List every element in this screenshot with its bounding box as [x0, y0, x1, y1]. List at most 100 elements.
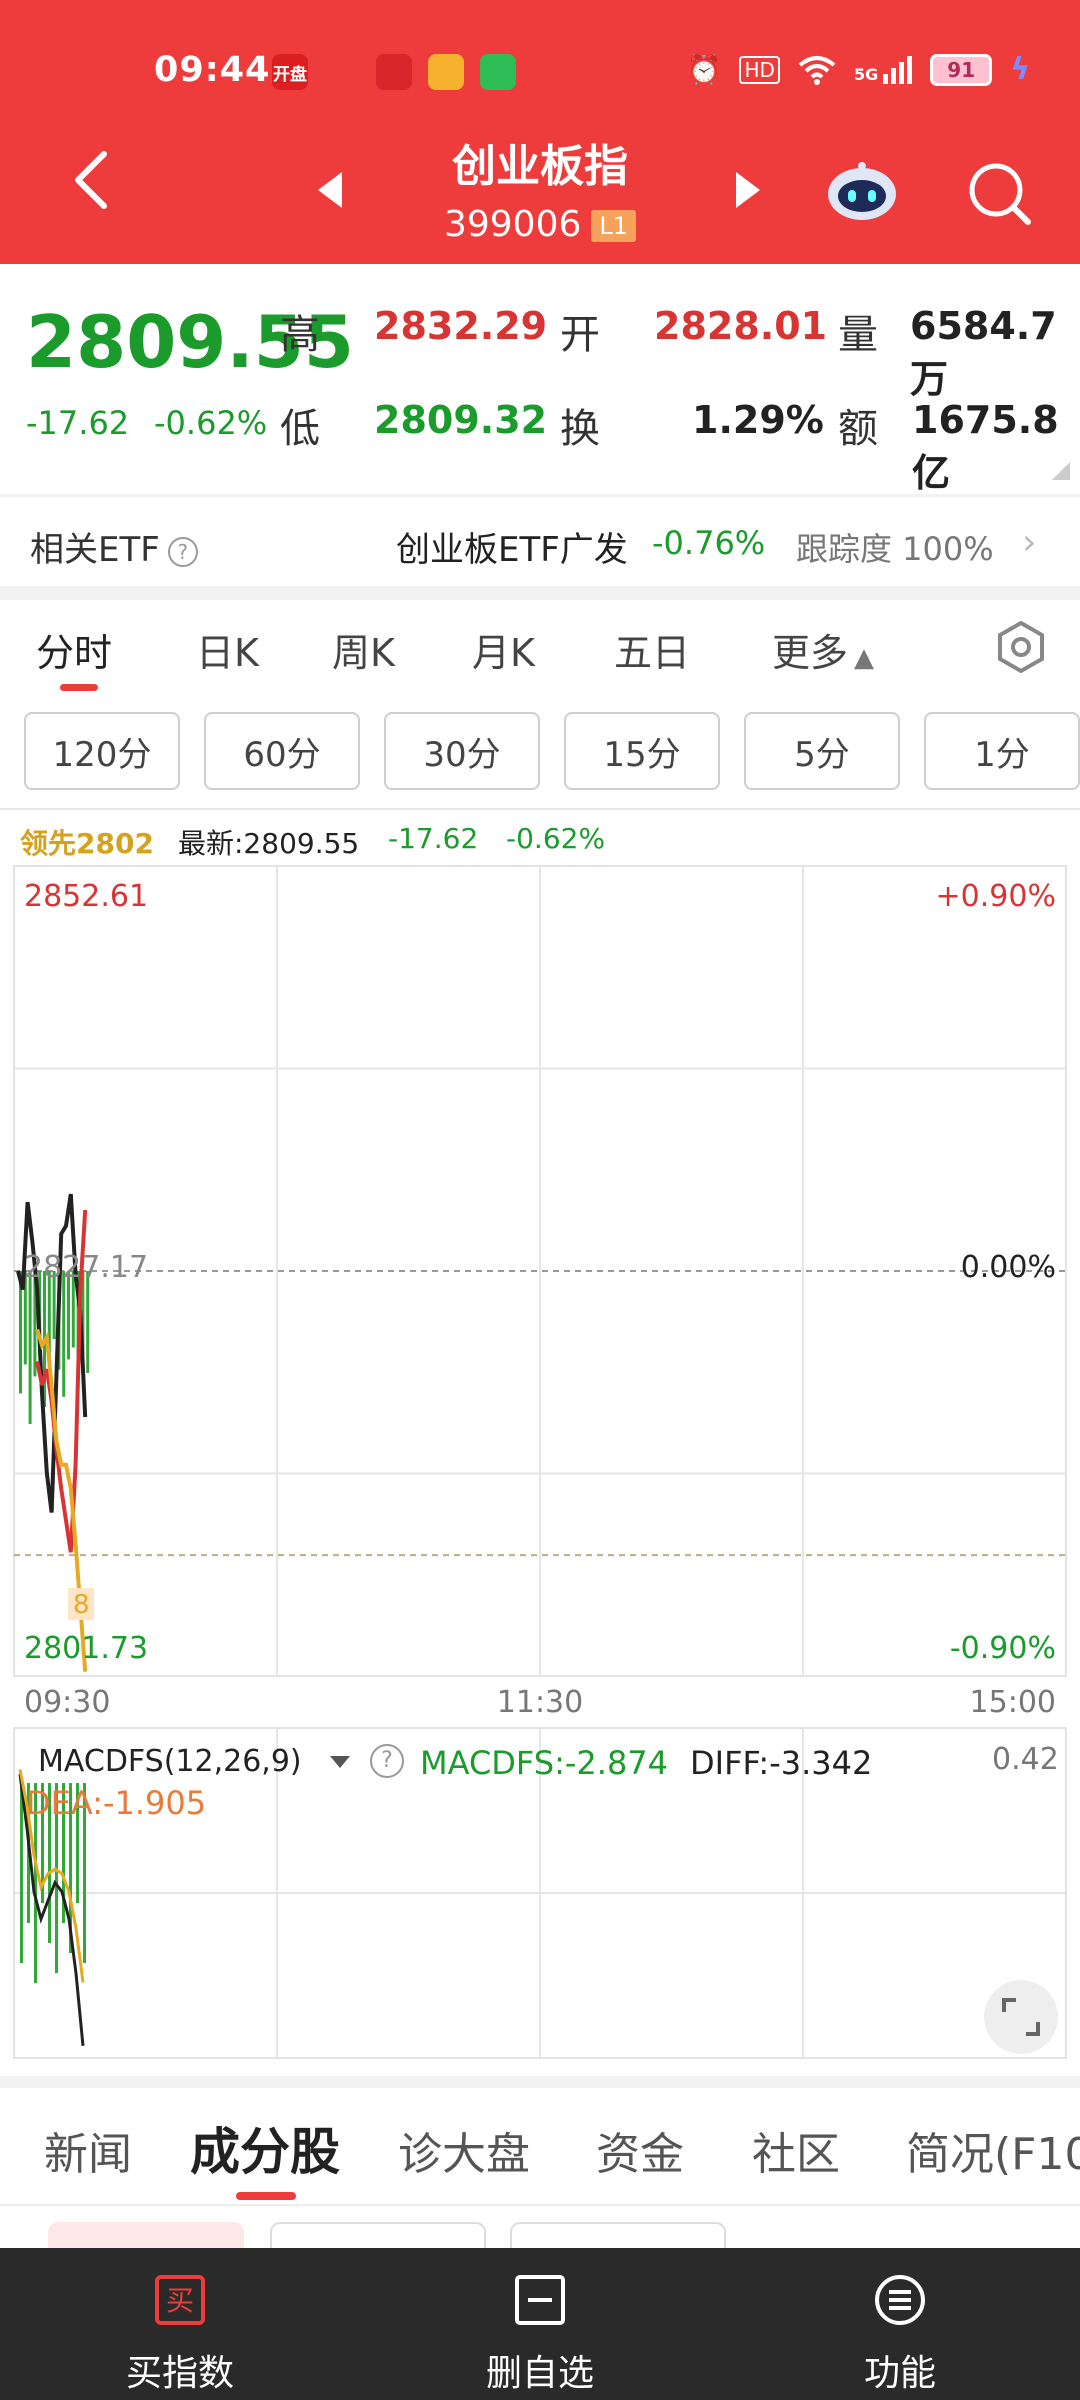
x-tick-noon: 11:30: [497, 1685, 583, 1720]
etf-tracking: 跟踪度 100%: [796, 530, 994, 568]
page-title: 创业板指: [452, 141, 628, 192]
interval-120min-button[interactable]: 120分: [24, 712, 180, 790]
active-tab-indicator: [60, 684, 98, 691]
pct-tick-bottom: -0.90%: [950, 1631, 1056, 1666]
macdfs-value: MACDFS:-2.874: [420, 1744, 669, 1782]
chevron-right-icon[interactable]: ›: [1022, 522, 1036, 563]
help-icon[interactable]: ?: [167, 536, 198, 567]
macd-histogram-bar: [20, 1783, 23, 1964]
interval-1min-button[interactable]: 1分: [924, 712, 1080, 790]
latest-change: -17.62: [388, 822, 479, 855]
turnover-value: 1.29%: [692, 398, 824, 442]
tab-community[interactable]: 社区: [752, 2118, 840, 2182]
latest-change-pct: -0.62%: [506, 822, 606, 855]
status-time: 09:44: [154, 50, 271, 90]
tab-more-label: 更多: [772, 631, 849, 675]
fullscreen-expand-icon[interactable]: [984, 1980, 1058, 2054]
volume-bar: [62, 1271, 66, 1397]
high-value: 2832.29: [374, 304, 548, 348]
macd-indicator-name[interactable]: MACDFS(12,26,9): [38, 1744, 302, 1779]
tab-overview-f10[interactable]: 简况(F10: [906, 2118, 1080, 2182]
interval-5min-button[interactable]: 5分: [744, 712, 900, 790]
video-app-icon: [428, 54, 464, 90]
battery-icon: 91: [930, 53, 993, 86]
pct-tick-mid: 0.00%: [961, 1250, 1056, 1285]
buy-index-label: 买指数: [125, 2353, 234, 2394]
index-code-text: 399006: [443, 204, 582, 245]
tab-market-diagnosis[interactable]: 诊大盘: [398, 2118, 530, 2182]
search-button[interactable]: [964, 158, 1034, 228]
level-badge: L1: [591, 210, 637, 242]
top-bar: 09:44 开盘 ⏰ HD 5G 91 ϟ 创业板指 399006 L1: [0, 0, 1080, 264]
securities-app-icon: [376, 54, 412, 90]
etf-change: -0.76%: [652, 524, 766, 562]
signal-icon: 5G: [854, 55, 913, 84]
hd-icon: HD: [739, 55, 780, 84]
status-right: ⏰ HD 5G 91 ϟ: [687, 52, 1030, 87]
pct-tick-top: +0.90%: [936, 879, 1056, 914]
menu-circle-icon: [875, 2275, 925, 2325]
y-tick-top: 2852.61: [24, 879, 148, 914]
open-label: 开: [560, 312, 600, 358]
functions-button[interactable]: 功能: [720, 2248, 1080, 2400]
divider: [0, 2204, 1080, 2206]
tab-news[interactable]: 新闻: [44, 2118, 132, 2182]
y-tick-mid: 2827.17: [24, 1250, 148, 1285]
divider: [0, 808, 1080, 810]
buy-icon-text: 买: [166, 2284, 194, 2317]
divider: [0, 494, 1080, 497]
dropdown-triangle-icon[interactable]: [330, 1756, 350, 1768]
price-change-pct: -0.62%: [154, 404, 268, 442]
amount-value: 1675.8亿: [912, 398, 1059, 495]
low-label: 低: [280, 406, 320, 452]
interval-60min-button[interactable]: 60分: [204, 712, 360, 790]
dea-value: DEA:-1.905: [26, 1784, 207, 1822]
index-code: 399006 L1: [0, 204, 1080, 245]
active-section-indicator: [236, 2192, 296, 2200]
tab-funds[interactable]: 资金: [596, 2118, 684, 2182]
kaipan-app-icon: 开盘: [272, 54, 308, 90]
related-etf-text: 相关ETF: [30, 530, 160, 570]
interval-15min-button[interactable]: 15分: [564, 712, 720, 790]
volume-bar: [28, 1271, 32, 1424]
x-tick-open: 09:30: [24, 1685, 110, 1720]
turnover-label: 换: [560, 406, 600, 452]
volume-value: 6584.7万: [910, 304, 1057, 401]
macd-max-value: 0.42: [992, 1742, 1059, 1777]
price-change: -17.62: [26, 404, 130, 442]
x-tick-close: 15:00: [970, 1685, 1056, 1720]
help-icon[interactable]: ?: [370, 1744, 404, 1778]
settings-hexagon-icon[interactable]: [994, 620, 1048, 674]
divider: [0, 2076, 1080, 2088]
y-tick-bottom: 2801.73: [24, 1631, 148, 1666]
tab-more[interactable]: 更多 ▲: [772, 622, 874, 677]
functions-label: 功能: [863, 2353, 936, 2394]
buy-icon: 买: [155, 2275, 205, 2325]
interval-30min-button[interactable]: 30分: [384, 712, 540, 790]
high-label: 高: [280, 312, 320, 358]
volume-label: 量: [838, 312, 878, 358]
diff-value: DIFF:-3.342: [690, 1744, 873, 1782]
tab-intraday[interactable]: 分时: [36, 622, 112, 677]
etf-name[interactable]: 创业板ETF广发: [396, 522, 628, 571]
wifi-icon: [798, 55, 836, 85]
intraday-chart[interactable]: 2852.61 2827.17 2801.73 +0.90% 0.00% -0.…: [0, 860, 1080, 1720]
remove-watchlist-icon: [515, 2275, 565, 2325]
robot-assistant-icon[interactable]: [826, 160, 898, 222]
remove-watchlist-label: 删自选: [485, 2353, 594, 2394]
tab-monthly-k[interactable]: 月K: [472, 622, 535, 677]
tab-constituents[interactable]: 成分股: [190, 2112, 340, 2184]
quote-expand-corner[interactable]: [1052, 462, 1070, 480]
tab-daily-k[interactable]: 日K: [196, 622, 259, 677]
huawei-app-icon: [324, 54, 360, 90]
amount-label: 额: [838, 406, 878, 452]
buy-index-button[interactable]: 买 买指数: [0, 2248, 360, 2400]
remove-watchlist-button[interactable]: 删自选: [360, 2248, 720, 2400]
tab-five-day[interactable]: 五日: [614, 622, 690, 677]
next-index-button[interactable]: [736, 172, 760, 208]
tab-weekly-k[interactable]: 周K: [332, 622, 395, 677]
charging-icon: ϟ: [1010, 52, 1030, 87]
bottom-action-bar: 买 买指数 删自选 功能: [0, 2248, 1080, 2400]
triangle-up-icon: ▲: [854, 643, 875, 673]
divider: [0, 586, 1080, 600]
